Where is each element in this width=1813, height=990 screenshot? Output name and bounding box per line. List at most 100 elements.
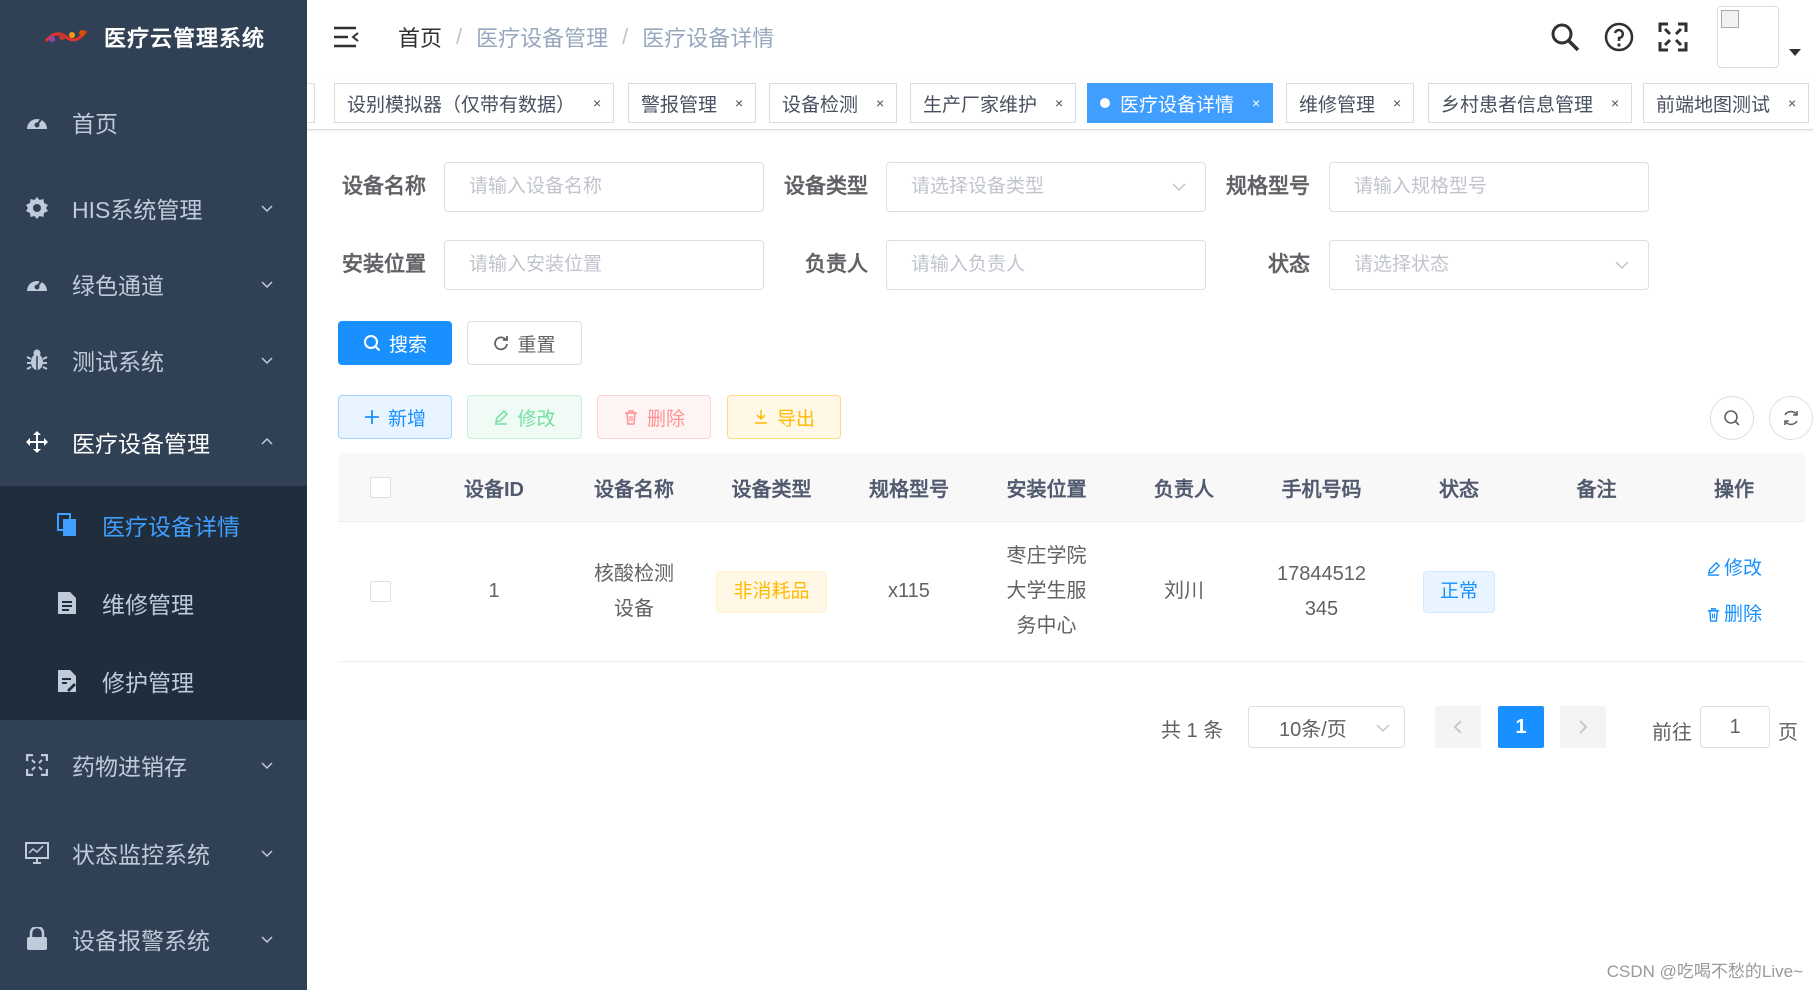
reset-button[interactable]: 重置 (467, 321, 582, 365)
select-all-checkbox[interactable] (370, 476, 391, 498)
row-delete-link[interactable]: 删除 (1665, 602, 1803, 628)
tag-label: 乡村患者信息管理 (1441, 94, 1594, 116)
chevron-right-icon (1579, 720, 1588, 734)
dashboard-icon (24, 109, 50, 135)
tag-device-detail[interactable]: 医疗设备详情 × (1087, 83, 1274, 123)
chevron-down-icon (261, 850, 273, 858)
label-owner: 负责人 (805, 253, 868, 276)
tag-label: 设备检测 (782, 94, 859, 116)
spec-model-input[interactable] (1329, 162, 1649, 212)
tag-repair-management[interactable]: 维修管理 × (1286, 83, 1415, 123)
sidebar-item-medical-device[interactable]: 医疗设备管理 (0, 398, 307, 486)
chevron-up-icon (261, 437, 273, 445)
tag-label: 前端地图测试 (1656, 94, 1771, 116)
breadcrumb-item-device-detail: 医疗设备详情 (642, 26, 775, 51)
search-icon[interactable] (1549, 21, 1581, 53)
sidebar-item-label: 设备报警系统 (72, 928, 210, 954)
close-icon[interactable]: × (735, 95, 743, 111)
close-icon[interactable]: × (1393, 95, 1401, 111)
cell-text-line: 设备 (614, 597, 654, 620)
sidebar-item-his[interactable]: HIS系统管理 (0, 170, 307, 246)
broken-image-icon (1721, 10, 1739, 28)
device-name-input[interactable] (444, 162, 764, 212)
tag-partial-left[interactable] (307, 83, 315, 123)
sidebar-subitem-maintenance[interactable]: 修护管理 (0, 642, 307, 720)
sidebar-item-green-channel[interactable]: 绿色通道 (0, 246, 307, 322)
cell-spec-model: x115 (888, 580, 930, 602)
add-button[interactable]: 新增 (338, 395, 452, 439)
navbar-right-menu (1549, 0, 1813, 74)
export-button[interactable]: 导出 (727, 395, 841, 439)
sidebar: 医疗云管理系统 首页 HIS系统管理 绿色通道 测试系统 医疗设备管理 医疗设备… (0, 0, 307, 990)
search-button[interactable]: 搜索 (338, 321, 452, 365)
row-edit-label: 修改 (1723, 557, 1762, 579)
tag-manufacturer[interactable]: 生产厂家维护 × (910, 83, 1077, 123)
avatar[interactable] (1717, 6, 1779, 68)
table-row[interactable]: 1 核酸检测 设备 非消耗品 x115 枣庄学院 大学生服 务中心 刘川 178… (338, 522, 1805, 662)
breadcrumb: 首页 / 医疗设备管理 / 医疗设备详情 (398, 21, 774, 53)
close-icon[interactable]: × (593, 95, 601, 111)
tag-map-test[interactable]: 前端地图测试 × (1643, 83, 1810, 123)
sidebar-subitem-repair[interactable]: 维修管理 (0, 564, 307, 642)
refresh-table-button[interactable] (1769, 396, 1813, 440)
cell-text-line: 核酸检测 (594, 562, 674, 585)
label-status: 状态 (1268, 253, 1310, 276)
add-button-label: 新增 (387, 408, 426, 430)
tag-simulator[interactable]: 设别模拟器（仅带有数据） × (334, 83, 615, 123)
close-icon[interactable]: × (1252, 95, 1260, 111)
cell-text-line: 务中心 (1016, 615, 1077, 637)
column-header: 操作 (1714, 478, 1754, 501)
close-icon[interactable]: × (876, 95, 884, 111)
column-header: 手机号码 (1281, 478, 1362, 501)
owner-input[interactable] (886, 240, 1206, 290)
page-size-value: 10条/页 (1279, 718, 1347, 741)
row-edit-link[interactable]: 修改 (1665, 556, 1803, 582)
edit-icon (1707, 561, 1721, 576)
sidebar-subitem-label: 修护管理 (102, 670, 194, 696)
table-header: 设备ID 设备名称 设备类型 规格型号 安装位置 负责人 手机号码 状态 备注 … (338, 453, 1805, 522)
sidebar-item-label: 首页 (72, 111, 118, 137)
toggle-search-button[interactable] (1710, 396, 1754, 440)
column-header: 规格型号 (869, 478, 949, 501)
tag-rural-patients[interactable]: 乡村患者信息管理 × (1428, 83, 1633, 123)
chevron-down-icon (261, 281, 273, 289)
close-icon[interactable]: × (1611, 95, 1619, 111)
sidebar-item-home[interactable]: 首页 (0, 74, 307, 170)
label-device-name: 设备名称 (342, 175, 426, 198)
column-header: 备注 (1576, 478, 1617, 501)
sidebar-item-label: 医疗设备管理 (72, 431, 210, 457)
help-icon[interactable] (1603, 21, 1635, 53)
page-number-button[interactable]: 1 (1498, 706, 1544, 748)
tag-device-inspection[interactable]: 设备检测 × (769, 83, 898, 123)
logo[interactable]: 医疗云管理系统 (0, 0, 307, 74)
hamburger-icon[interactable] (332, 25, 360, 49)
cell-device-name: 核酸检测 设备 (565, 557, 703, 627)
tag-label: 生产厂家维护 (923, 94, 1038, 116)
sidebar-subitem-device-detail[interactable]: 医疗设备详情 (0, 486, 307, 564)
location-input[interactable] (444, 240, 764, 290)
sidebar-item-label: 状态监控系统 (72, 842, 210, 868)
delete-button[interactable]: 删除 (597, 395, 711, 439)
edit-button[interactable]: 修改 (467, 395, 582, 439)
goto-page-input[interactable]: 1 (1700, 706, 1770, 748)
breadcrumb-item-home[interactable]: 首页 (398, 21, 442, 53)
sidebar-item-device-alarm[interactable]: 设备报警系统 (0, 896, 307, 982)
status-select[interactable] (1329, 240, 1649, 290)
dashboard-icon (24, 271, 50, 297)
sidebar-subitem-label: 医疗设备详情 (102, 514, 240, 540)
row-checkbox[interactable] (370, 581, 391, 602)
sidebar-item-status-monitor[interactable]: 状态监控系统 (0, 810, 307, 896)
caret-down-icon[interactable] (1789, 48, 1801, 56)
close-icon[interactable]: × (1055, 95, 1063, 111)
device-type-select[interactable] (886, 162, 1206, 212)
tag-label: 设别模拟器（仅带有数据） (347, 94, 576, 116)
fullscreen-icon[interactable] (1657, 21, 1689, 53)
sidebar-item-drug-inventory[interactable]: 药物进销存 (0, 720, 307, 810)
prev-page-button[interactable] (1435, 706, 1481, 748)
move-icon (24, 429, 50, 455)
close-icon[interactable]: × (1788, 95, 1796, 111)
sidebar-item-test-system[interactable]: 测试系统 (0, 322, 307, 398)
page-size-select[interactable]: 10条/页 (1248, 706, 1405, 748)
next-page-button[interactable] (1560, 706, 1606, 748)
tag-alarm-management[interactable]: 警报管理 × (628, 83, 757, 123)
